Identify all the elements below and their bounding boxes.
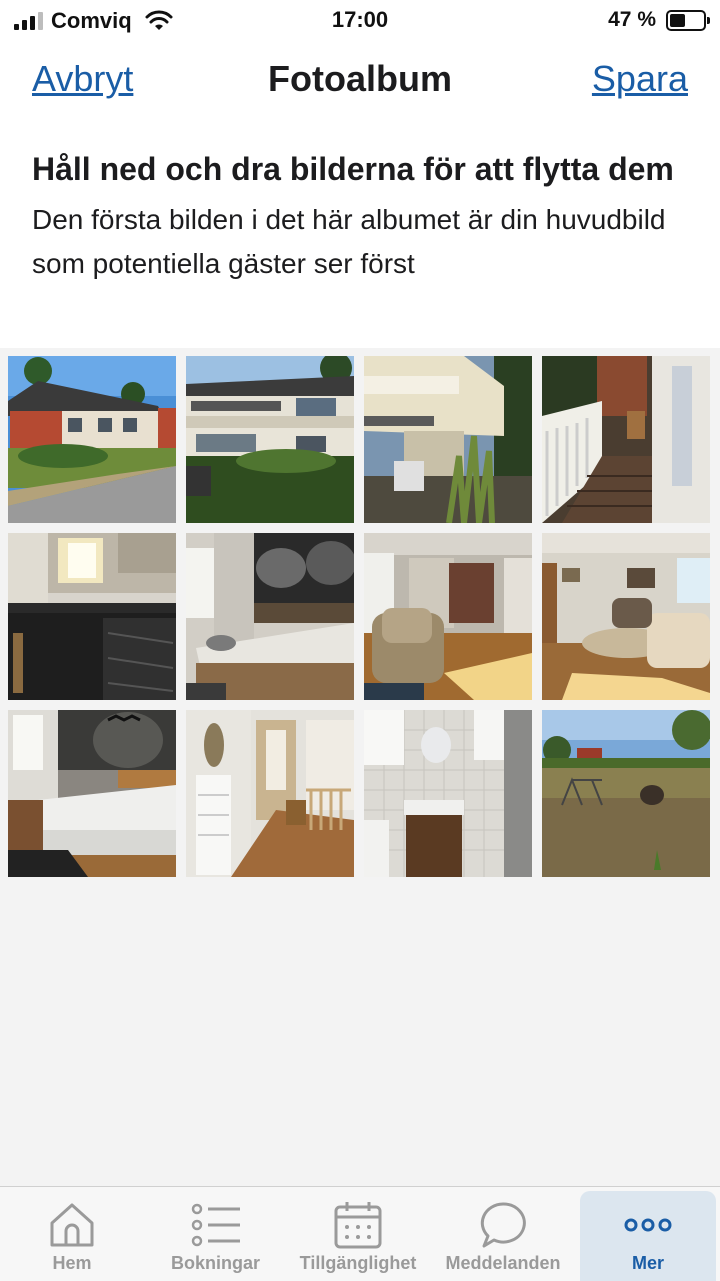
photo-bedroom[interactable] [8, 710, 176, 877]
battery-icon [666, 9, 710, 31]
tab-bar: Hem Bokningar Tillgänglighet Meddelanden [0, 1186, 720, 1281]
cancel-button[interactable]: Avbryt [32, 58, 133, 100]
photo-image [364, 710, 532, 877]
tab-more[interactable]: Mer [580, 1191, 716, 1281]
photo-hallway[interactable] [186, 710, 354, 877]
photo-bathroom[interactable] [364, 710, 532, 877]
photo-image [542, 710, 710, 877]
photo-bedroom-wall-mural[interactable] [186, 533, 354, 700]
photo-balcony-deck[interactable] [542, 356, 710, 523]
instructions-section: Håll ned och dra bilderna för att flytta… [0, 122, 720, 348]
photo-living-room-armchair[interactable] [364, 533, 532, 700]
photo-grid [8, 356, 713, 877]
photo-image [8, 356, 176, 523]
photo-image [186, 356, 354, 523]
battery-percentage: 47 % [608, 8, 656, 31]
more-dots-icon [624, 1218, 672, 1232]
tab-bookings[interactable]: Bokningar [158, 1191, 273, 1281]
photo-house-exterior-balcony[interactable] [186, 356, 354, 523]
tab-label: Hem [52, 1253, 92, 1273]
battery-level [670, 13, 686, 27]
navigation-bar: Avbryt Fotoalbum Spara [0, 40, 720, 122]
photo-image [186, 533, 354, 700]
tab-messages[interactable]: Meddelanden [433, 1191, 573, 1281]
tab-home[interactable]: Hem [22, 1191, 122, 1281]
photo-living-room-sofa[interactable] [542, 533, 710, 700]
photo-kitchen[interactable] [8, 533, 176, 700]
save-button[interactable]: Spara [592, 58, 688, 100]
tab-label: Bokningar [170, 1253, 260, 1273]
tab-label: Mer [631, 1253, 664, 1273]
photo-garden-playground[interactable] [542, 710, 710, 877]
instructions-text: Den första bilden i det här albumet är d… [32, 204, 666, 279]
photo-image [542, 533, 710, 700]
tab-label: Tillgänglighet [299, 1253, 417, 1273]
chat-bubble-icon [480, 1202, 526, 1248]
photo-image [542, 356, 710, 523]
photo-house-exterior-red-brick[interactable] [8, 356, 176, 523]
instructions-heading: Håll ned och dra bilderna för att flytta… [32, 151, 674, 187]
photo-image [8, 710, 176, 877]
home-icon [50, 1203, 94, 1247]
tab-label: Meddelanden [445, 1253, 561, 1273]
photo-image [8, 533, 176, 700]
photo-image [364, 533, 532, 700]
photo-image [186, 710, 354, 877]
status-right: 47 % [608, 8, 710, 32]
list-icon [191, 1203, 240, 1247]
photo-image [364, 356, 532, 523]
tab-availability[interactable]: Tillgänglighet [288, 1191, 428, 1281]
status-bar: Comviq 17:00 47 % [0, 0, 720, 40]
calendar-icon [334, 1202, 382, 1249]
photo-house-side-yard[interactable] [364, 356, 532, 523]
